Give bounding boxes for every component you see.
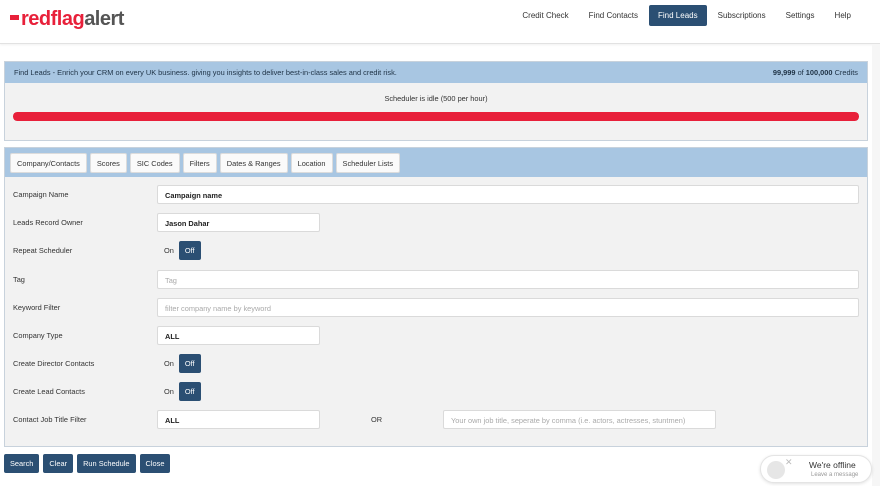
company-type-label: Company Type [13, 331, 63, 340]
credits-progress-fill [13, 112, 859, 121]
logo-text-alert: alert [84, 8, 124, 30]
campaign-name-label: Campaign Name [13, 190, 69, 199]
chat-widget[interactable]: ✕ We're offline Leave a message [760, 455, 872, 483]
lead-contacts-on[interactable]: On [157, 382, 179, 401]
chat-subtitle: Leave a message [811, 472, 859, 478]
nav-find-contacts[interactable]: Find Contacts [580, 5, 647, 26]
credits-label: Credits [834, 68, 858, 77]
close-icon[interactable]: ✕ [785, 457, 793, 468]
nav-credit-check[interactable]: Credit Check [513, 5, 577, 26]
row-keyword-filter: Keyword Filter filter company name by ke… [5, 298, 867, 318]
nav-find-leads[interactable]: Find Leads [649, 5, 707, 26]
scheduler-status: Scheduler is idle (500 per hour) [384, 94, 488, 103]
director-contacts-toggle: On Off [157, 354, 201, 373]
director-contacts-label: Create Director Contacts [13, 359, 95, 368]
row-job-title-filter: Contact Job Title Filter ALL OR Your own… [5, 410, 867, 430]
leads-form-panel: Company/Contacts Scores SIC Codes Filter… [4, 147, 868, 447]
main-nav: Credit Check Find Contacts Find Leads Su… [511, 5, 860, 26]
credits-total: 100,000 [805, 68, 833, 77]
form-tabs: Company/Contacts Scores SIC Codes Filter… [5, 148, 867, 177]
chat-status: We're offline [809, 460, 856, 470]
clear-button[interactable]: Clear [43, 454, 74, 473]
repeat-scheduler-label: Repeat Scheduler [13, 246, 73, 255]
tab-filters[interactable]: Filters [182, 152, 217, 173]
job-title-filter-select[interactable]: ALL [157, 410, 320, 429]
job-title-filter-label: Contact Job Title Filter [13, 415, 87, 424]
info-panel: Find Leads - Enrich your CRM on every UK… [4, 61, 868, 141]
nav-subscriptions[interactable]: Subscriptions [709, 5, 775, 26]
row-director-contacts: Create Director Contacts On Off [5, 354, 867, 374]
form-actions: Search Clear Run Schedule Close [4, 454, 174, 473]
row-lead-contacts: Create Lead Contacts On Off [5, 382, 867, 402]
redflagalert-logo[interactable]: red flag alert [10, 8, 124, 31]
credits-progress-bar [13, 112, 859, 121]
info-panel-header: Find Leads - Enrich your CRM on every UK… [5, 62, 867, 83]
director-contacts-off[interactable]: Off [178, 354, 201, 373]
page-scrollbar[interactable] [872, 44, 880, 486]
tab-scheduler-lists[interactable]: Scheduler Lists [335, 152, 401, 173]
nav-help[interactable]: Help [826, 5, 860, 26]
flag-icon [10, 15, 19, 20]
logo-text-red: red [21, 8, 51, 30]
director-contacts-on[interactable]: On [157, 354, 179, 373]
row-repeat-scheduler: Repeat Scheduler On Off [5, 241, 867, 261]
tab-scores[interactable]: Scores [89, 152, 127, 173]
tab-company-contacts[interactable]: Company/Contacts [10, 152, 87, 173]
or-label: OR [371, 415, 383, 424]
keyword-filter-input[interactable]: filter company name by keyword [157, 298, 859, 317]
repeat-scheduler-off[interactable]: Off [178, 241, 201, 260]
keyword-filter-label: Keyword Filter [13, 303, 61, 312]
repeat-scheduler-toggle: On Off [157, 241, 201, 260]
tab-dates-ranges[interactable]: Dates & Ranges [219, 152, 288, 173]
credits-used: 99,999 [772, 68, 796, 77]
close-button[interactable]: Close [139, 454, 171, 473]
company-type-select[interactable]: ALL [157, 326, 320, 345]
leads-owner-label: Leads Record Owner [13, 218, 83, 227]
repeat-scheduler-on[interactable]: On [157, 241, 179, 260]
lead-contacts-label: Create Lead Contacts [13, 387, 85, 396]
page-description: Find Leads - Enrich your CRM on every UK… [14, 68, 397, 77]
top-header: red flag alert Credit Check Find Contacts … [0, 0, 880, 44]
tag-input[interactable]: Tag [157, 270, 859, 289]
leads-owner-select[interactable]: Jason Dahar [157, 213, 320, 232]
search-button[interactable]: Search [4, 454, 40, 473]
nav-settings[interactable]: Settings [777, 5, 824, 26]
campaign-name-input[interactable]: Campaign name [157, 185, 859, 204]
row-company-type: Company Type ALL [5, 326, 867, 346]
lead-contacts-off[interactable]: Off [178, 382, 201, 401]
credits-counter: 99,999 of 100,000 Credits [773, 68, 858, 77]
tab-sic-codes[interactable]: SIC Codes [129, 152, 180, 173]
run-schedule-button[interactable]: Run Schedule [77, 454, 136, 473]
chat-bubble-icon [767, 461, 785, 479]
credits-of: of [797, 68, 804, 77]
tag-label: Tag [13, 275, 25, 284]
custom-job-title-input[interactable]: Your own job title, seperate by comma (i… [443, 410, 716, 429]
row-campaign-name: Campaign Name Campaign name [5, 185, 867, 205]
row-tag: Tag Tag [5, 270, 867, 290]
tab-location[interactable]: Location [290, 152, 333, 173]
logo-text-flag: flag [50, 8, 85, 30]
row-leads-owner: Leads Record Owner Jason Dahar [5, 213, 867, 233]
lead-contacts-toggle: On Off [157, 382, 201, 401]
